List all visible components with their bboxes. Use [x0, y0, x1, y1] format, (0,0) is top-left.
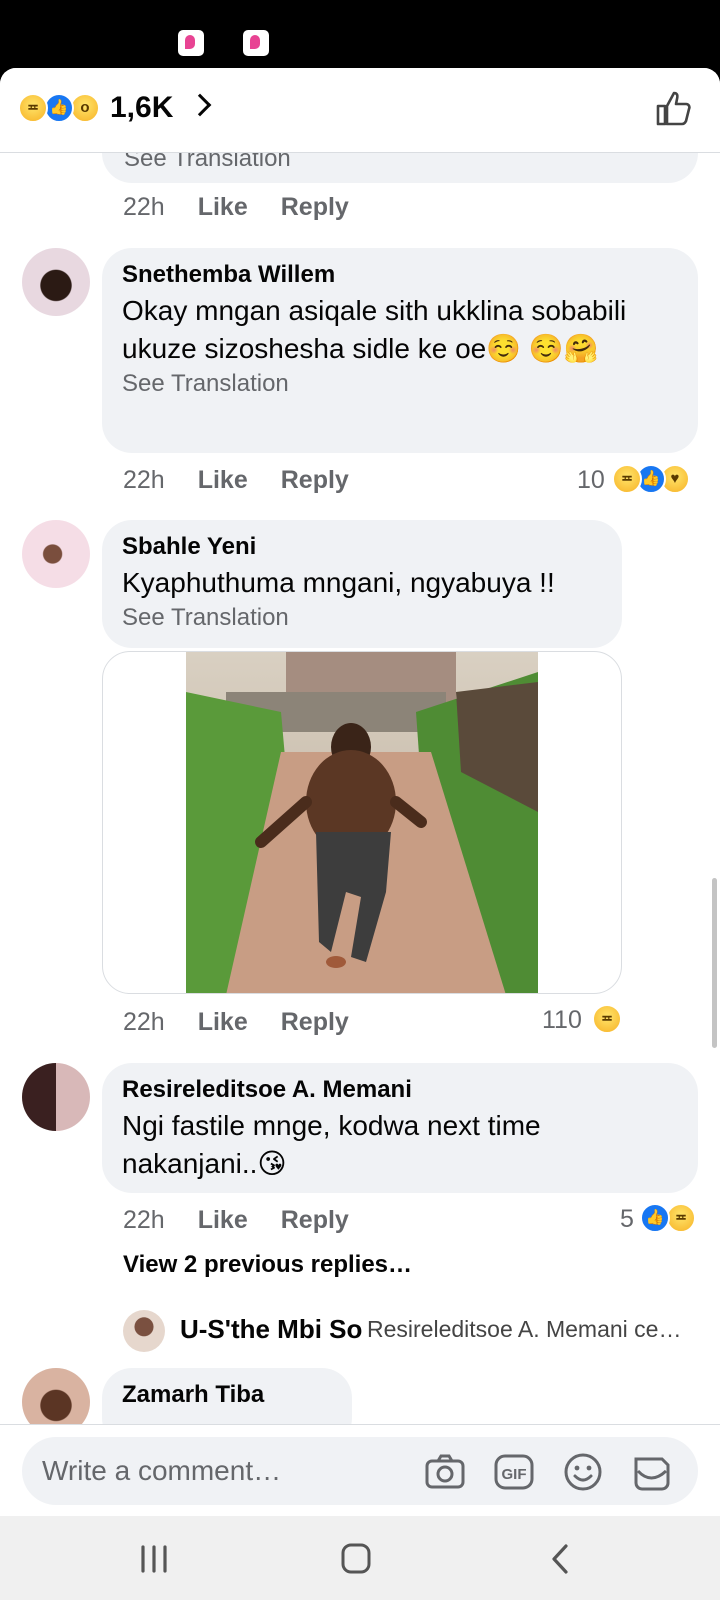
sticker-icon[interactable]: [630, 1451, 672, 1493]
comment-bubble: See Translation: [102, 153, 698, 183]
like-link[interactable]: Like: [198, 193, 248, 221]
system-nav-bar: [0, 1516, 720, 1600]
comment-bubble: Sbahle Yeni Kyaphuthuma mngani, ngyabuya…: [102, 520, 622, 648]
reaction-count[interactable]: 5: [620, 1205, 634, 1234]
reaction-count[interactable]: 110: [542, 1006, 582, 1035]
reply-author[interactable]: U-S'the Mbi So: [180, 1314, 362, 1345]
comment-actions: 22h Like Reply: [123, 1008, 382, 1037]
like-icon: 👍: [44, 93, 74, 123]
svg-text:GIF: GIF: [502, 1466, 527, 1483]
reply-link[interactable]: Reply: [281, 1206, 349, 1234]
reply-text: Resireleditsoe A. Memani ce…: [367, 1316, 682, 1342]
comment-text: Kyaphuthuma mngani, ngyabuya !!: [122, 567, 555, 598]
comment-input[interactable]: Write a comment… GIF: [22, 1437, 698, 1505]
see-translation-link[interactable]: See Translation: [122, 602, 602, 634]
avatar[interactable]: [22, 1368, 90, 1424]
reply-link[interactable]: Reply: [281, 193, 349, 221]
reaction-icons[interactable]: ≖ 👍 ♥: [612, 464, 702, 494]
avatar[interactable]: [123, 1310, 165, 1352]
comment-input-placeholder[interactable]: Write a comment…: [42, 1455, 281, 1487]
reply-preview[interactable]: U-S'the Mbi So Resireleditsoe A. Memani …: [123, 1310, 703, 1352]
back-icon[interactable]: [540, 1542, 580, 1576]
comment-time: 22h: [123, 1206, 165, 1234]
comments-sheet: ≖ 👍 o 1,6K See Translation 22h Like Reply …: [0, 68, 720, 1424]
like-link[interactable]: Like: [198, 1206, 248, 1234]
like-icon: 👍: [640, 1203, 670, 1233]
camera-icon[interactable]: [424, 1451, 466, 1493]
comment-author[interactable]: Sbahle Yeni: [122, 532, 602, 562]
comment-time: 22h: [123, 193, 165, 221]
reaction-count[interactable]: 10: [577, 466, 605, 495]
comment-actions: 22h Like Reply: [123, 466, 382, 495]
app-notification-icon: [178, 30, 204, 56]
reactions-header[interactable]: ≖ 👍 o 1,6K: [0, 68, 720, 153]
haha-icon: ≖: [612, 464, 642, 494]
comment-author[interactable]: Snethemba Willem: [122, 260, 678, 290]
comment-bubble: Snethemba Willem Okay mngan asiqale sith…: [102, 248, 698, 453]
app-notification-icon: [243, 30, 269, 56]
haha-icon: ≖: [666, 1203, 696, 1233]
home-icon[interactable]: [336, 1542, 376, 1576]
reaction-icons[interactable]: ≖: [592, 1004, 624, 1034]
comment-author[interactable]: Zamarh Tiba: [122, 1380, 332, 1410]
recent-apps-icon[interactable]: [134, 1542, 174, 1576]
chevron-right-icon[interactable]: [188, 93, 212, 117]
gif-icon[interactable]: GIF: [493, 1451, 535, 1493]
reaction-count[interactable]: 1,6K: [110, 91, 173, 125]
see-translation-link[interactable]: See Translation: [122, 368, 678, 400]
like-link[interactable]: Like: [198, 466, 248, 494]
avatar[interactable]: [22, 248, 90, 316]
scrollbar[interactable]: [712, 878, 717, 1048]
wow-icon: o: [70, 93, 100, 123]
emoji-icon[interactable]: [562, 1451, 604, 1493]
avatar[interactable]: [22, 520, 90, 588]
comment-actions: 22h Like Reply: [123, 193, 382, 222]
reaction-icons: ≖ 👍 o: [18, 93, 108, 123]
reply-link[interactable]: Reply: [281, 1008, 349, 1036]
avatar[interactable]: [22, 1063, 90, 1131]
comment-text: Ngi fastile mnge, kodwa next time nakanj…: [122, 1110, 541, 1179]
comment-time: 22h: [123, 1008, 165, 1036]
haha-icon: ≖: [592, 1004, 622, 1034]
reaction-icons[interactable]: 👍 ≖: [640, 1203, 702, 1233]
status-bar: [0, 0, 720, 70]
comment-time: 22h: [123, 466, 165, 494]
comment-author[interactable]: Resireleditsoe A. Memani: [122, 1075, 678, 1105]
reply-link[interactable]: Reply: [281, 466, 349, 494]
see-translation-link[interactable]: See Translation: [124, 153, 291, 175]
like-outline-icon[interactable]: [654, 88, 694, 128]
haha-icon: ≖: [18, 93, 48, 123]
comment-image-card[interactable]: [102, 651, 622, 994]
comment-text: Okay mngan asiqale sith ukklina sobabili…: [122, 295, 627, 364]
like-link[interactable]: Like: [198, 1008, 248, 1036]
comment-bubble: Zamarh Tiba: [102, 1368, 352, 1424]
comment-bubble: Resireleditsoe A. Memani Ngi fastile mng…: [102, 1063, 698, 1193]
comment-photo[interactable]: [186, 652, 538, 994]
comment-composer: Write a comment… GIF: [0, 1424, 720, 1516]
view-previous-replies-link[interactable]: View 2 previous replies…: [123, 1251, 412, 1279]
comment-actions: 22h Like Reply: [123, 1206, 382, 1235]
comments-list[interactable]: See Translation 22h Like Reply Snethemba W…: [0, 153, 720, 1424]
